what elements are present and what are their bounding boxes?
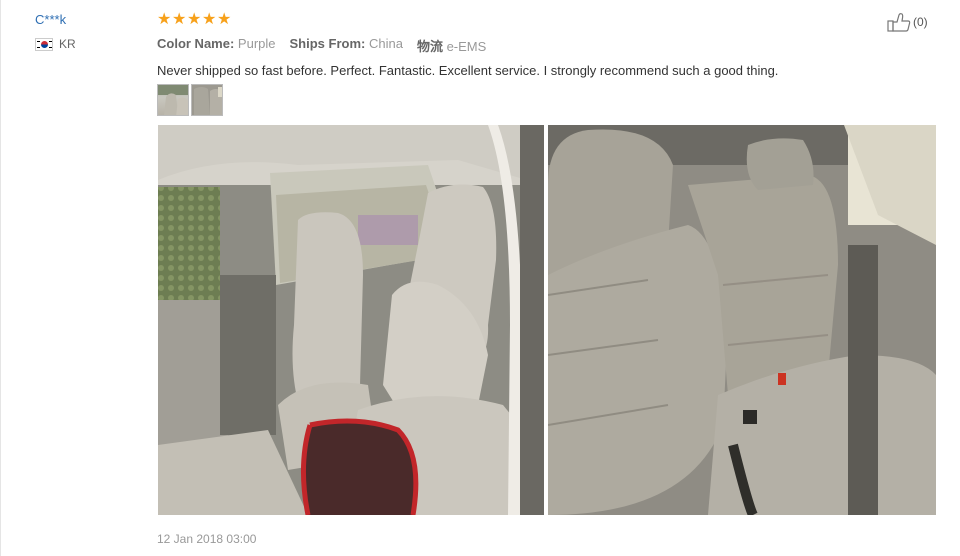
review-body: ★ ★ ★ ★ ★ Color Name: Purple Ships From:… xyxy=(157,12,947,116)
ships-from-value: China xyxy=(368,36,403,51)
reviewer-country: KR xyxy=(35,37,76,51)
star-icon: ★ xyxy=(172,11,187,28)
review-photos xyxy=(158,125,936,515)
order-attributes: Color Name: Purple Ships From: China 物流 … xyxy=(157,36,947,55)
logistics-label: 物流 xyxy=(416,39,443,54)
photo-thumbnail[interactable] xyxy=(191,84,223,116)
color-attribute: Color Name: Purple xyxy=(157,36,276,55)
color-label: Color Name: xyxy=(157,36,235,51)
reviewer-info: C***k KR xyxy=(35,12,76,51)
korea-flag-icon xyxy=(35,37,53,51)
photo-thumbnail[interactable] xyxy=(157,84,189,116)
ships-from-label: Ships From: xyxy=(289,36,366,51)
star-icon: ★ xyxy=(187,11,202,28)
left-border xyxy=(0,0,1,556)
star-icon: ★ xyxy=(202,11,217,28)
logistics-value: e-EMS xyxy=(446,39,487,54)
review-photo[interactable] xyxy=(158,125,544,515)
star-rating: ★ ★ ★ ★ ★ xyxy=(157,12,947,30)
photo-thumbnails xyxy=(157,84,947,116)
review-date: 12 Jan 2018 03:00 xyxy=(157,532,257,546)
reviewer-name[interactable]: C***k xyxy=(35,12,76,27)
country-code: KR xyxy=(59,37,76,51)
review-photo[interactable] xyxy=(548,125,936,515)
color-value: Purple xyxy=(237,36,276,51)
thumbs-up-icon xyxy=(887,13,911,32)
helpful-count: (0) xyxy=(913,15,928,29)
review-text: Never shipped so fast before. Perfect. F… xyxy=(157,63,779,78)
helpful-button[interactable]: (0) xyxy=(887,12,928,32)
star-icon: ★ xyxy=(217,11,232,28)
logistics-attribute: 物流 e-EMS xyxy=(417,36,486,55)
star-icon: ★ xyxy=(157,11,172,28)
ships-from-attribute: Ships From: China xyxy=(290,36,403,55)
